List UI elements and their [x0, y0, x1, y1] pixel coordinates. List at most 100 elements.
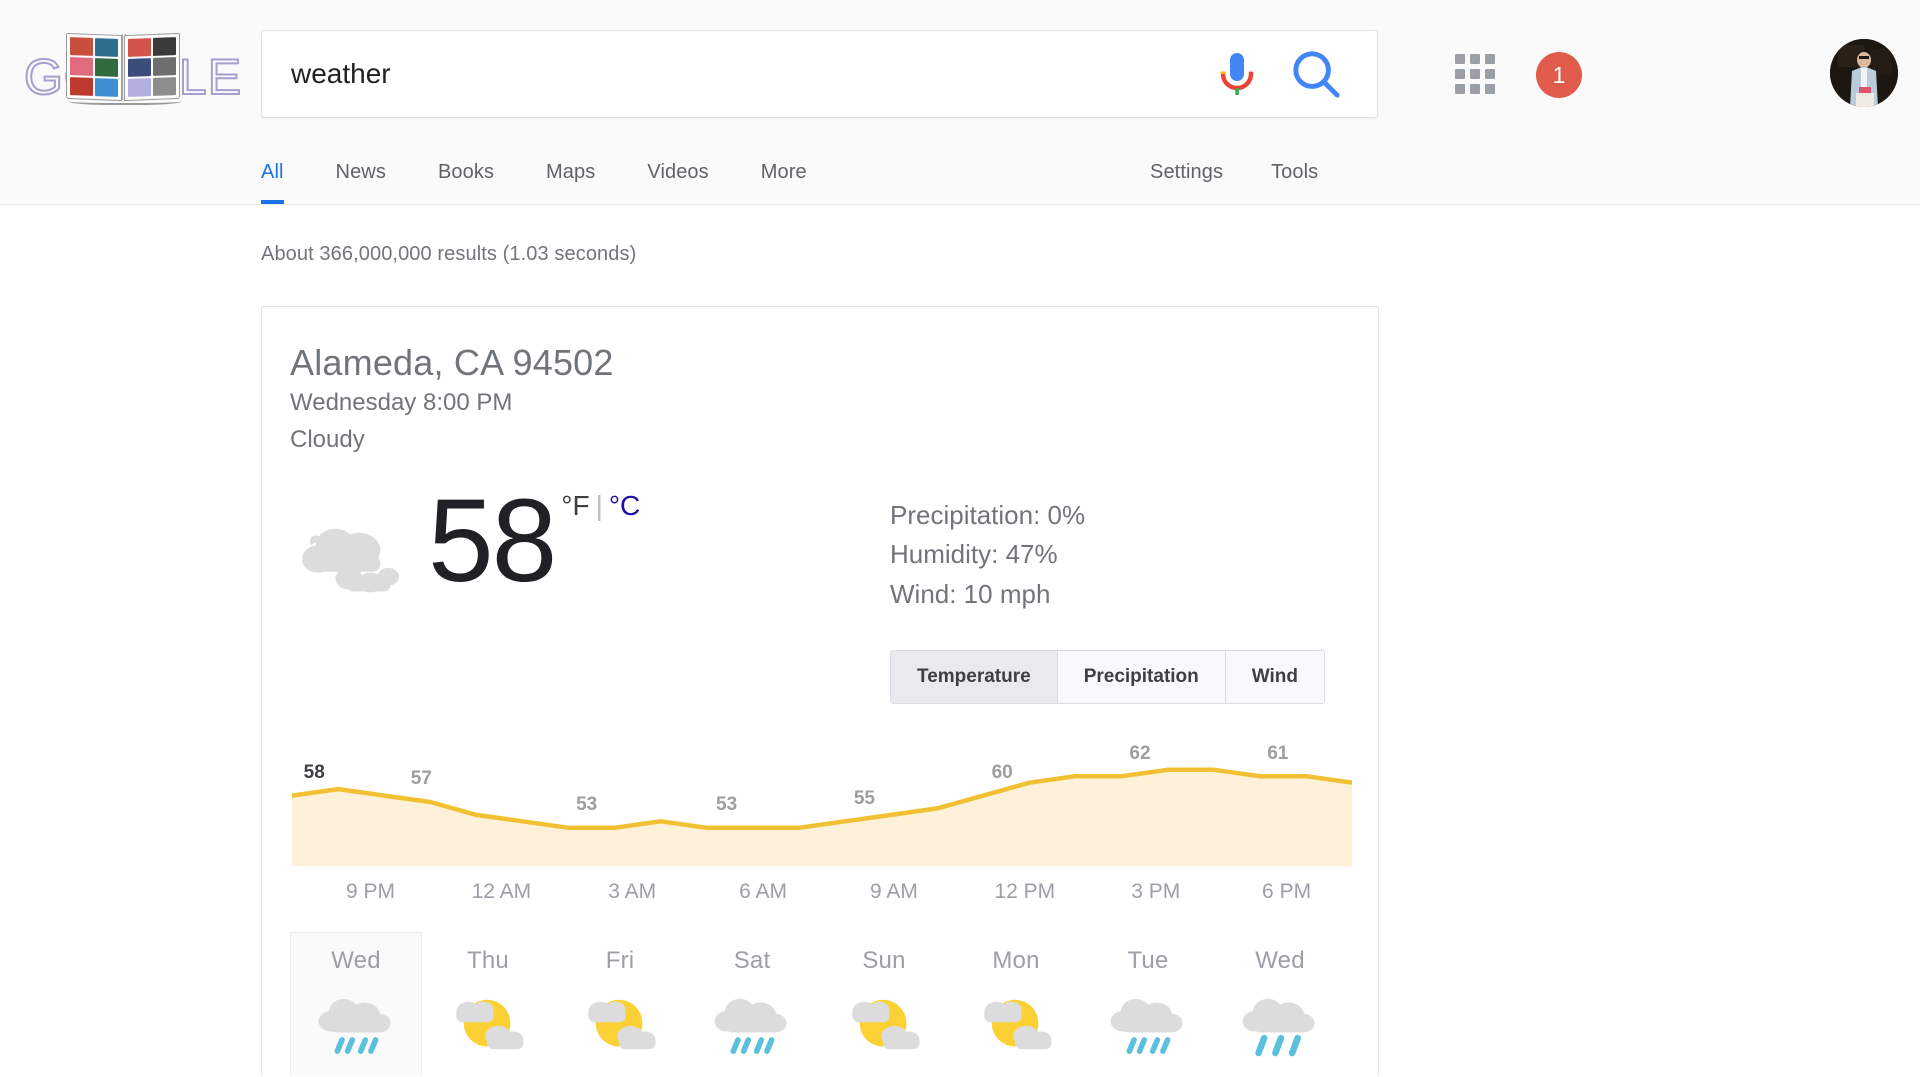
doodle-tile	[153, 37, 176, 56]
daily-forecast-day[interactable]: Wed 69°52°	[290, 932, 422, 1076]
settings-button[interactable]: Settings	[1150, 140, 1223, 204]
day-high: 64°	[974, 1073, 1012, 1076]
day-name: Sat	[687, 947, 817, 975]
search-nav-tabs: All News Books Maps Videos More Settings…	[0, 140, 1920, 204]
day-temperatures: 64°51°	[951, 1073, 1081, 1076]
cloudy-icon	[298, 516, 406, 608]
day-high: 62°	[578, 1073, 616, 1076]
doodle-tile	[128, 38, 151, 57]
tab-videos[interactable]: Videos	[647, 140, 708, 204]
current-temperature: 58	[428, 486, 555, 596]
day-low: 52°	[360, 1073, 398, 1076]
partly-sunny-icon	[951, 987, 1081, 1063]
day-name: Fri	[555, 947, 685, 975]
chart-point-label: 57	[411, 768, 432, 790]
chart-point-label: 53	[576, 794, 597, 816]
rain-icon	[291, 987, 421, 1063]
chart-point-label: 53	[716, 794, 737, 816]
daily-forecast-day[interactable]: Sat 62°51°	[686, 932, 818, 1076]
partly-sunny-icon	[555, 987, 685, 1063]
doodle-tile	[95, 58, 118, 77]
chart-plot-area: 58 57 53 53 55 60 62 61	[292, 736, 1352, 866]
weather-stats: Precipitation: 0% Humidity: 47% Wind: 10…	[890, 486, 1325, 705]
microphone-icon[interactable]	[1209, 46, 1265, 102]
weather-datetime: Wednesday 8:00 PM	[290, 386, 1350, 421]
doodle-tile	[95, 38, 118, 57]
tab-news[interactable]: News	[336, 140, 386, 204]
daily-forecast-day[interactable]: Sun 65°52°	[818, 932, 950, 1076]
tab-maps[interactable]: Maps	[546, 140, 595, 204]
result-stats: About 366,000,000 results (1.03 seconds)	[261, 205, 1920, 266]
daily-forecast-day[interactable]: Wed 56° 45°	[1214, 932, 1346, 1076]
notification-badge[interactable]: 1	[1536, 52, 1582, 98]
tab-precipitation[interactable]: Precipitation	[1058, 651, 1226, 703]
day-name: Mon	[951, 947, 1081, 975]
chart-x-tick: 9 PM	[346, 880, 395, 904]
day-high: 64°	[446, 1073, 484, 1076]
chart-x-tick: 12 AM	[472, 880, 532, 904]
day-low: 52°	[888, 1073, 926, 1076]
tab-temperature[interactable]: Temperature	[891, 651, 1058, 703]
day-high: 69°	[314, 1073, 352, 1076]
chart-point-label: 58	[304, 762, 325, 784]
tab-all[interactable]: All	[261, 140, 284, 204]
precipitation-stat: Precipitation: 0%	[890, 496, 1325, 536]
weather-condition: Cloudy	[290, 423, 1350, 458]
metric-tab-group: Temperature Precipitation Wind	[890, 650, 1325, 704]
nav-right-group: Settings Tools	[1150, 140, 1366, 204]
day-temperatures: 56° 45°	[1215, 1073, 1345, 1076]
doodle-tile	[153, 77, 176, 96]
current-conditions-row: 58 °F|°C Precipitation: 0% Humidity: 47%…	[290, 486, 1350, 705]
daily-forecast-day[interactable]: Fri 62° 48°	[554, 932, 686, 1076]
day-temperatures: 62° 48°	[555, 1073, 685, 1076]
day-high: 56°	[1238, 1073, 1276, 1076]
search-icon[interactable]	[1285, 43, 1347, 105]
unit-celsius[interactable]: °C	[609, 490, 640, 521]
google-doodle-logo[interactable]: GO GLE	[22, 26, 227, 112]
chart-x-tick: 9 AM	[870, 880, 918, 904]
day-name: Wed	[1215, 947, 1345, 975]
hourly-forecast-chart: 5857535355606261 9 PM12 AM3 AM6 AM9 AM12…	[290, 736, 1350, 918]
chart-point-label: 61	[1267, 743, 1288, 765]
apps-grid-icon[interactable]	[1453, 52, 1497, 96]
heavy-rain-icon	[1215, 987, 1345, 1063]
chart-point-label: 60	[992, 762, 1013, 784]
chart-point-label: 55	[854, 788, 875, 810]
unit-fahrenheit[interactable]: °F	[561, 490, 589, 521]
search-input[interactable]	[262, 58, 1209, 90]
rain-icon	[1083, 987, 1213, 1063]
chart-x-tick: 12 PM	[994, 880, 1055, 904]
avatar[interactable]	[1830, 39, 1898, 107]
partly-sunny-icon	[423, 987, 553, 1063]
doodle-tile	[153, 57, 176, 76]
doodle-tile	[128, 58, 151, 77]
day-temperatures: 64° 48°	[423, 1073, 553, 1076]
tab-more[interactable]: More	[761, 140, 807, 204]
chart-x-axis: 9 PM12 AM3 AM6 AM9 AM12 PM3 PM6 PM	[292, 872, 1352, 918]
daily-forecast-day[interactable]: Mon 64°51°	[950, 932, 1082, 1076]
tools-button[interactable]: Tools	[1271, 140, 1318, 204]
day-temperatures: 60°46°	[1083, 1073, 1213, 1076]
page-header: GO GLE 1	[0, 0, 1920, 205]
day-low: 48°	[492, 1073, 530, 1076]
daily-forecast-day[interactable]: Tue 60°46°	[1082, 932, 1214, 1076]
day-name: Tue	[1083, 947, 1213, 975]
tab-books[interactable]: Books	[438, 140, 494, 204]
day-low: 48°	[624, 1073, 662, 1076]
day-temperatures: 69° 52°	[291, 1073, 421, 1076]
daily-forecast-row: Wed 69°52°Thu 64°48°Fri	[290, 932, 1350, 1076]
day-low: 45°	[1284, 1073, 1322, 1076]
wind-stat: Wind: 10 mph	[890, 575, 1325, 615]
search-results-main: About 366,000,000 results (1.03 seconds)…	[0, 205, 1920, 1076]
rain-icon	[687, 987, 817, 1063]
unit-toggle[interactable]: °F|°C	[561, 492, 640, 520]
day-name: Sun	[819, 947, 949, 975]
day-low: 46°	[1152, 1073, 1190, 1076]
weather-location: Alameda, CA 94502	[290, 341, 1350, 384]
chart-point-label: 62	[1129, 743, 1150, 765]
doodle-tile	[70, 77, 93, 96]
tab-wind[interactable]: Wind	[1226, 651, 1324, 703]
day-temperatures: 65°52°	[819, 1073, 949, 1076]
daily-forecast-day[interactable]: Thu 64°48°	[422, 932, 554, 1076]
search-bar[interactable]	[261, 30, 1378, 118]
